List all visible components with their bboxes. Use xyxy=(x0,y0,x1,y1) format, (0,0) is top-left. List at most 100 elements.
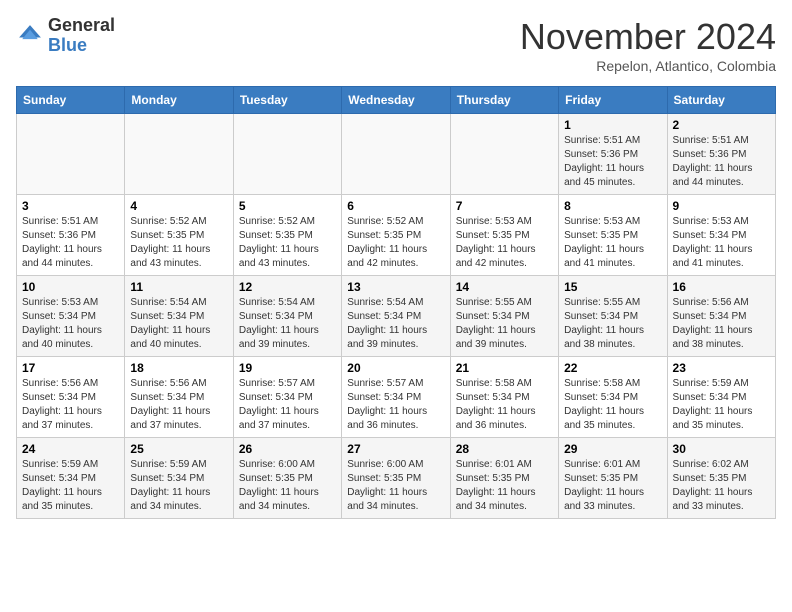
day-info: Sunrise: 5:55 AM Sunset: 5:34 PM Dayligh… xyxy=(456,296,553,352)
day-info: Sunrise: 5:54 AM Sunset: 5:34 PM Dayligh… xyxy=(347,296,444,352)
day-cell xyxy=(17,114,125,195)
day-number: 21 xyxy=(456,361,553,375)
title-block: November 2024 Repelon, Atlantico, Colomb… xyxy=(520,16,776,74)
week-row-5: 24 Sunrise: 5:59 AM Sunset: 5:34 PM Dayli… xyxy=(17,438,776,519)
day-cell: 23 Sunrise: 5:59 AM Sunset: 5:34 PM Dayli… xyxy=(667,357,775,438)
day-cell: 26 Sunrise: 6:00 AM Sunset: 5:35 PM Dayli… xyxy=(233,438,341,519)
day-number: 16 xyxy=(673,280,770,294)
day-cell: 1 Sunrise: 5:51 AM Sunset: 5:36 PM Daylig… xyxy=(559,114,667,195)
day-cell xyxy=(125,114,233,195)
day-number: 12 xyxy=(239,280,336,294)
page-header: General Blue November 2024 Repelon, Atla… xyxy=(16,16,776,74)
day-cell: 19 Sunrise: 5:57 AM Sunset: 5:34 PM Dayli… xyxy=(233,357,341,438)
day-info: Sunrise: 5:51 AM Sunset: 5:36 PM Dayligh… xyxy=(564,134,661,190)
month-title: November 2024 xyxy=(520,16,776,58)
day-info: Sunrise: 5:53 AM Sunset: 5:35 PM Dayligh… xyxy=(564,215,661,271)
header-row: SundayMondayTuesdayWednesdayThursdayFrid… xyxy=(17,87,776,114)
week-row-1: 1 Sunrise: 5:51 AM Sunset: 5:36 PM Daylig… xyxy=(17,114,776,195)
day-info: Sunrise: 5:54 AM Sunset: 5:34 PM Dayligh… xyxy=(130,296,227,352)
day-cell: 8Sunrise: 5:53 AM Sunset: 5:35 PM Daylig… xyxy=(559,195,667,276)
day-info: Sunrise: 5:58 AM Sunset: 5:34 PM Dayligh… xyxy=(456,377,553,433)
day-number: 28 xyxy=(456,442,553,456)
day-number: 17 xyxy=(22,361,119,375)
day-cell: 9Sunrise: 5:53 AM Sunset: 5:34 PM Daylig… xyxy=(667,195,775,276)
day-info: Sunrise: 5:56 AM Sunset: 5:34 PM Dayligh… xyxy=(130,377,227,433)
day-cell: 2Sunrise: 5:51 AM Sunset: 5:36 PM Daylig… xyxy=(667,114,775,195)
day-number: 15 xyxy=(564,280,661,294)
day-cell xyxy=(342,114,450,195)
day-cell: 20 Sunrise: 5:57 AM Sunset: 5:34 PM Dayli… xyxy=(342,357,450,438)
day-info: Sunrise: 5:54 AM Sunset: 5:34 PM Dayligh… xyxy=(239,296,336,352)
day-info: Sunrise: 6:02 AM Sunset: 5:35 PM Dayligh… xyxy=(673,458,770,514)
day-cell: 10 Sunrise: 5:53 AM Sunset: 5:34 PM Dayli… xyxy=(17,276,125,357)
day-number: 27 xyxy=(347,442,444,456)
day-info: Sunrise: 5:52 AM Sunset: 5:35 PM Dayligh… xyxy=(347,215,444,271)
day-cell: 7 Sunrise: 5:53 AM Sunset: 5:35 PM Daylig… xyxy=(450,195,558,276)
day-info: Sunrise: 6:00 AM Sunset: 5:35 PM Dayligh… xyxy=(347,458,444,514)
day-info: Sunrise: 5:53 AM Sunset: 5:35 PM Dayligh… xyxy=(456,215,553,271)
day-number: 7 xyxy=(456,199,553,213)
day-number: 23 xyxy=(673,361,770,375)
day-cell: 16 Sunrise: 5:56 AM Sunset: 5:34 PM Dayli… xyxy=(667,276,775,357)
week-row-3: 10 Sunrise: 5:53 AM Sunset: 5:34 PM Dayli… xyxy=(17,276,776,357)
day-cell: 4 Sunrise: 5:52 AM Sunset: 5:35 PM Daylig… xyxy=(125,195,233,276)
day-info: Sunrise: 5:52 AM Sunset: 5:35 PM Dayligh… xyxy=(130,215,227,271)
day-info: Sunrise: 5:58 AM Sunset: 5:34 PM Dayligh… xyxy=(564,377,661,433)
day-info: Sunrise: 5:59 AM Sunset: 5:34 PM Dayligh… xyxy=(673,377,770,433)
calendar-header: SundayMondayTuesdayWednesdayThursdayFrid… xyxy=(17,87,776,114)
day-number: 10 xyxy=(22,280,119,294)
header-cell-saturday: Saturday xyxy=(667,87,775,114)
day-info: Sunrise: 5:51 AM Sunset: 5:36 PM Dayligh… xyxy=(22,215,119,271)
header-cell-monday: Monday xyxy=(125,87,233,114)
calendar-table: SundayMondayTuesdayWednesdayThursdayFrid… xyxy=(16,86,776,519)
day-info: Sunrise: 6:01 AM Sunset: 5:35 PM Dayligh… xyxy=(564,458,661,514)
day-cell: 22 Sunrise: 5:58 AM Sunset: 5:34 PM Dayli… xyxy=(559,357,667,438)
day-cell: 28Sunrise: 6:01 AM Sunset: 5:35 PM Dayli… xyxy=(450,438,558,519)
day-cell: 14Sunrise: 5:55 AM Sunset: 5:34 PM Dayli… xyxy=(450,276,558,357)
day-cell: 18 Sunrise: 5:56 AM Sunset: 5:34 PM Dayli… xyxy=(125,357,233,438)
day-number: 6 xyxy=(347,199,444,213)
day-info: Sunrise: 5:57 AM Sunset: 5:34 PM Dayligh… xyxy=(347,377,444,433)
day-cell: 29 Sunrise: 6:01 AM Sunset: 5:35 PM Dayli… xyxy=(559,438,667,519)
day-number: 29 xyxy=(564,442,661,456)
day-info: Sunrise: 5:52 AM Sunset: 5:35 PM Dayligh… xyxy=(239,215,336,271)
day-number: 11 xyxy=(130,280,227,294)
logo-text: General Blue xyxy=(48,16,115,56)
day-number: 22 xyxy=(564,361,661,375)
day-cell: 27 Sunrise: 6:00 AM Sunset: 5:35 PM Dayli… xyxy=(342,438,450,519)
day-info: Sunrise: 5:56 AM Sunset: 5:34 PM Dayligh… xyxy=(673,296,770,352)
day-info: Sunrise: 5:53 AM Sunset: 5:34 PM Dayligh… xyxy=(22,296,119,352)
day-info: Sunrise: 5:59 AM Sunset: 5:34 PM Dayligh… xyxy=(130,458,227,514)
day-number: 4 xyxy=(130,199,227,213)
day-number: 2 xyxy=(673,118,770,132)
day-cell: 11 Sunrise: 5:54 AM Sunset: 5:34 PM Dayli… xyxy=(125,276,233,357)
day-cell: 15 Sunrise: 5:55 AM Sunset: 5:34 PM Dayli… xyxy=(559,276,667,357)
day-info: Sunrise: 5:57 AM Sunset: 5:34 PM Dayligh… xyxy=(239,377,336,433)
week-row-4: 17 Sunrise: 5:56 AM Sunset: 5:34 PM Dayli… xyxy=(17,357,776,438)
day-number: 26 xyxy=(239,442,336,456)
day-number: 3 xyxy=(22,199,119,213)
day-number: 1 xyxy=(564,118,661,132)
day-number: 18 xyxy=(130,361,227,375)
day-number: 24 xyxy=(22,442,119,456)
day-number: 30 xyxy=(673,442,770,456)
day-info: Sunrise: 5:53 AM Sunset: 5:34 PM Dayligh… xyxy=(673,215,770,271)
day-number: 13 xyxy=(347,280,444,294)
day-info: Sunrise: 5:56 AM Sunset: 5:34 PM Dayligh… xyxy=(22,377,119,433)
day-number: 19 xyxy=(239,361,336,375)
calendar-body: 1 Sunrise: 5:51 AM Sunset: 5:36 PM Daylig… xyxy=(17,114,776,519)
header-cell-wednesday: Wednesday xyxy=(342,87,450,114)
day-info: Sunrise: 6:00 AM Sunset: 5:35 PM Dayligh… xyxy=(239,458,336,514)
header-cell-tuesday: Tuesday xyxy=(233,87,341,114)
day-cell: 24Sunrise: 5:59 AM Sunset: 5:34 PM Dayli… xyxy=(17,438,125,519)
day-number: 25 xyxy=(130,442,227,456)
day-cell: 25 Sunrise: 5:59 AM Sunset: 5:34 PM Dayli… xyxy=(125,438,233,519)
day-cell: 3 Sunrise: 5:51 AM Sunset: 5:36 PM Daylig… xyxy=(17,195,125,276)
day-cell: 17 Sunrise: 5:56 AM Sunset: 5:34 PM Dayli… xyxy=(17,357,125,438)
day-number: 5 xyxy=(239,199,336,213)
day-cell xyxy=(450,114,558,195)
day-info: Sunrise: 5:55 AM Sunset: 5:34 PM Dayligh… xyxy=(564,296,661,352)
day-number: 20 xyxy=(347,361,444,375)
header-cell-sunday: Sunday xyxy=(17,87,125,114)
day-cell: 21 Sunrise: 5:58 AM Sunset: 5:34 PM Dayli… xyxy=(450,357,558,438)
